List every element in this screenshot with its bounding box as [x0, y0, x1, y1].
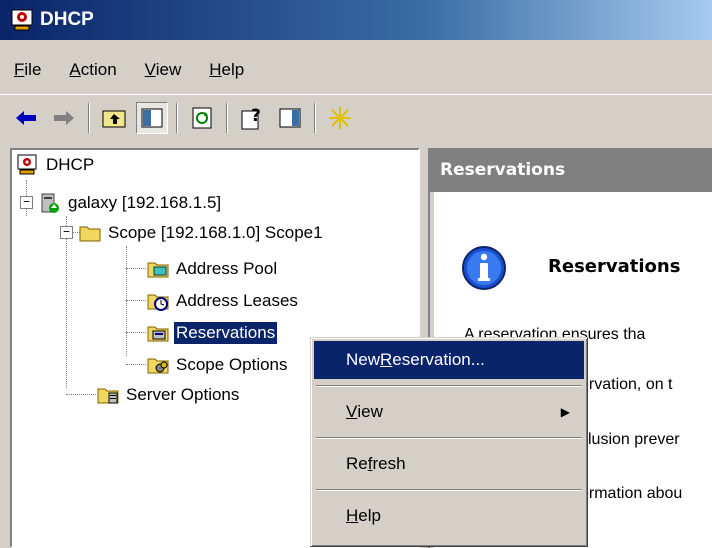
address-leases-icon [146, 289, 170, 313]
menu-item-new-reservation[interactable]: New Reservation... [314, 341, 584, 379]
tree-node-server[interactable]: galaxy [192.168.1.5] [38, 188, 223, 218]
menu-item-text: eservation... [392, 350, 485, 369]
menu-file-accel: F [14, 60, 25, 79]
toolbar-separator [226, 102, 228, 133]
menu-separator [316, 489, 582, 491]
details-heading: Reservations [548, 256, 681, 277]
tree-node-label: Scope [192.168.1.0] Scope1 [108, 223, 323, 242]
menu-item-accel: R [380, 350, 393, 369]
tree-node-label: Address Pool [176, 259, 278, 278]
tree-connector [126, 300, 146, 301]
server-options-icon [96, 383, 120, 407]
toolbar-separator [88, 102, 90, 133]
forward-icon[interactable] [48, 102, 80, 134]
menu-item-text: Re [346, 454, 368, 473]
details-header: Reservations [430, 148, 712, 192]
menu-file[interactable]: File [0, 60, 55, 80]
tree-node-label: galaxy [192.168.1.5] [68, 193, 222, 212]
toolbar-separator [176, 102, 178, 133]
menu-view-accel: V [144, 60, 156, 79]
submenu-arrow-icon: ▶ [560, 405, 570, 419]
svg-text:?: ? [251, 106, 261, 126]
dhcp-console-icon [16, 153, 40, 177]
up-folder-icon[interactable] [98, 102, 130, 134]
tree-connector [66, 216, 67, 388]
tree-node-address-pool[interactable]: Address Pool [146, 254, 279, 284]
expander-minus-icon[interactable]: − [20, 196, 33, 209]
title-bar: DHCP [0, 0, 712, 40]
refresh-icon[interactable] [186, 102, 218, 134]
tree-node-label: Address Leases [176, 291, 298, 310]
menu-item-text: iew [357, 402, 383, 421]
tree-node-scope-options[interactable]: Scope Options [146, 350, 290, 380]
menu-separator [316, 437, 582, 439]
tree-node-label: Reservations [172, 321, 279, 345]
menu-file-label: ile [24, 60, 42, 79]
menu-item-accel: V [346, 402, 358, 421]
tree-node-dhcp-root[interactable]: DHCP [16, 150, 96, 180]
menu-action-accel: A [69, 60, 81, 79]
window-title: DHCP [40, 9, 94, 30]
description-line: ervation, on t [580, 376, 673, 393]
expander-minus-icon[interactable]: − [60, 226, 73, 239]
menu-help-accel: H [209, 60, 222, 79]
menu-item-refresh[interactable]: Re f resh [314, 445, 584, 483]
reservations-icon [146, 321, 170, 345]
tree-connector [66, 394, 96, 395]
show-hide-tree-icon[interactable] [136, 101, 168, 134]
menu-item-view[interactable]: View ▶ [314, 393, 584, 431]
description-line: clusion prever [580, 431, 680, 448]
tree-connector [126, 364, 146, 365]
back-icon[interactable] [10, 102, 42, 134]
menu-item-text: New [346, 350, 381, 369]
tree-node-label: DHCP [46, 155, 95, 174]
tree-connector [126, 332, 146, 333]
tree-node-server-options[interactable]: Server Options [96, 380, 241, 410]
menu-separator [316, 385, 582, 387]
description-line: ormation abou [580, 485, 683, 502]
menu-item-help[interactable]: Help [314, 497, 584, 535]
address-pool-icon [146, 257, 170, 281]
menu-item-text: elp [358, 506, 381, 525]
menu-action[interactable]: Action [55, 60, 130, 80]
toolbar-separator [314, 102, 316, 133]
folder-icon [78, 221, 102, 245]
scope-options-icon [146, 353, 170, 377]
menu-view[interactable]: View [131, 60, 196, 80]
tree-node-label: Scope Options [176, 355, 288, 374]
menu-item-text: resh [372, 454, 406, 473]
new-item-star-icon[interactable] [324, 102, 356, 134]
menu-bar: File Action View Help [0, 50, 258, 90]
server-icon [38, 191, 62, 215]
menu-action-label: ction [80, 60, 117, 79]
action-pane-icon[interactable] [274, 102, 306, 134]
context-menu: New Reservation... View ▶ Re f resh Help [310, 337, 588, 547]
help-icon[interactable]: ? [236, 102, 268, 134]
tree-node-address-leases[interactable]: Address Leases [146, 286, 300, 316]
menu-item-accel: H [346, 506, 359, 525]
dhcp-app-icon[interactable] [10, 7, 36, 33]
tree-connector [126, 268, 146, 269]
tree-node-label: Server Options [126, 385, 240, 404]
menu-help[interactable]: Help [195, 60, 258, 80]
tree-node-scope[interactable]: Scope [192.168.1.0] Scope1 [78, 218, 325, 248]
info-icon [460, 244, 508, 292]
menu-help-label: elp [221, 60, 245, 79]
menu-view-label: iew [155, 60, 182, 79]
tree-connector [126, 246, 127, 356]
tree-node-reservations[interactable]: Reservations [146, 318, 279, 348]
toolbar: ? [0, 94, 712, 140]
